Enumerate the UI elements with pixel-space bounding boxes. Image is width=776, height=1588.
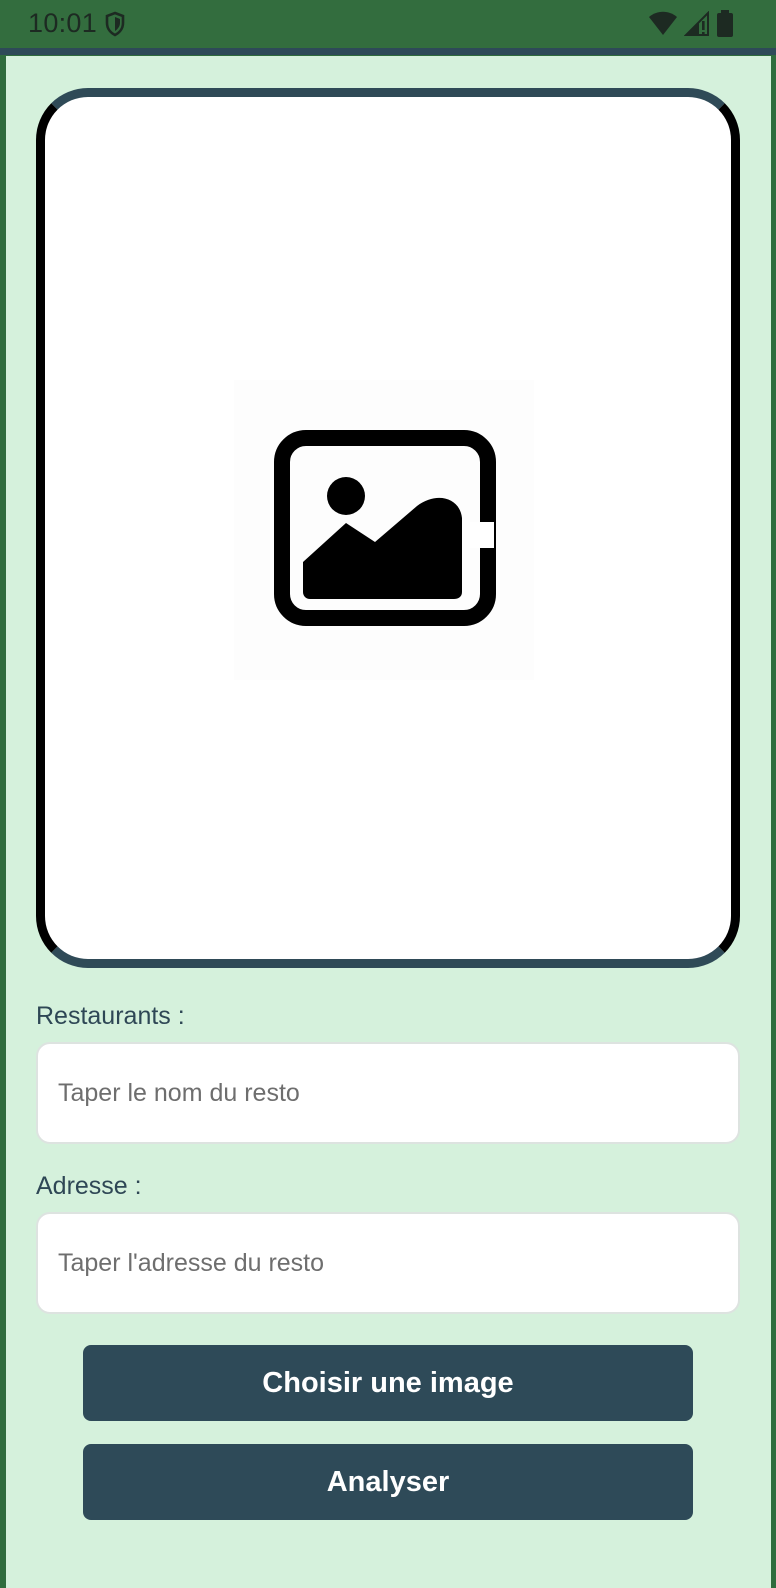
restaurant-name-input[interactable] bbox=[36, 1042, 740, 1144]
status-icons bbox=[648, 10, 734, 38]
choose-image-button[interactable]: Choisir une image bbox=[83, 1345, 693, 1421]
battery-icon bbox=[717, 10, 733, 37]
wifi-icon bbox=[649, 11, 677, 35]
status-time: 10:01 bbox=[28, 8, 98, 38]
image-placeholder-icon bbox=[274, 430, 496, 626]
shield-icon bbox=[105, 11, 125, 37]
restaurant-label: Restaurants : bbox=[36, 1002, 185, 1030]
cellular-signal-icon bbox=[684, 11, 709, 36]
address-label: Adresse : bbox=[36, 1172, 142, 1200]
address-input[interactable] bbox=[36, 1212, 740, 1314]
status-bar: 10:01 bbox=[0, 0, 776, 55]
analyze-button[interactable]: Analyser bbox=[83, 1444, 693, 1520]
